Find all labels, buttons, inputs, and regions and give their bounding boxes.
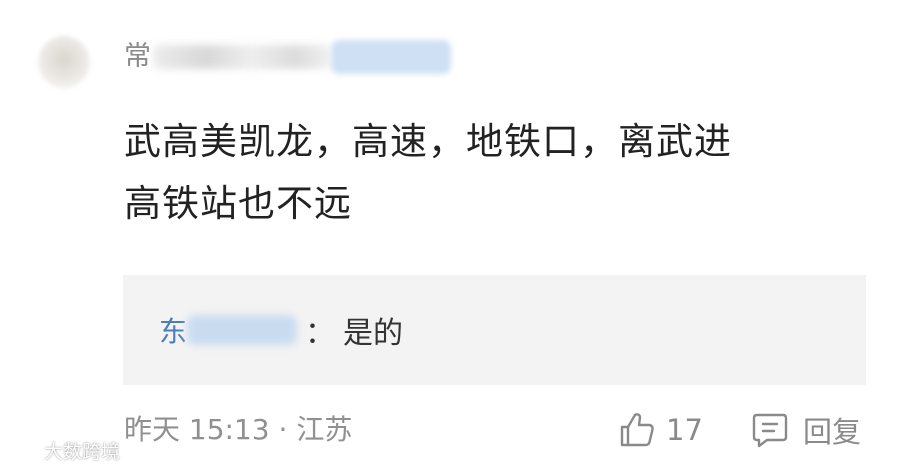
comment-page: 常 武高美凯龙，高速，地铁口，离武进 高铁站也不远 东 ： 是的 昨天 15:1… — [0, 0, 900, 467]
thumbs-up-icon — [620, 413, 654, 447]
meta-dot: · — [278, 413, 288, 446]
comment-bubble-icon — [752, 413, 788, 448]
username-text: 常 — [124, 41, 151, 72]
reply-text: 是的 — [343, 316, 404, 351]
watermark-text: 大数跨境 — [44, 440, 121, 463]
watermark: 大数跨境 — [6, 436, 120, 464]
reply-username-blur-mask — [187, 315, 298, 345]
comment-line-1: 武高美凯龙，高速，地铁口，离武进 — [124, 120, 732, 163]
comment-time: 昨天 15:13 — [124, 413, 270, 446]
reply-button[interactable]: 回复 — [751, 408, 861, 452]
reply-separator: ： — [305, 316, 336, 351]
like-button[interactable]: 17 — [618, 408, 703, 452]
comment-meta: 昨天 15:13 · 江苏 — [124, 408, 352, 452]
like-count: 17 — [666, 413, 703, 447]
reply-username[interactable]: 东 — [159, 310, 187, 350]
comment-location: 江苏 — [296, 413, 353, 446]
comment-body: 武高美凯龙，高速，地铁口，离武进 高铁站也不远 — [124, 111, 844, 235]
avatar[interactable] — [38, 36, 90, 88]
reply-line: 东 ： 是的 — [159, 308, 403, 352]
watermark-logo-icon — [7, 441, 40, 457]
reply-preview-box[interactable]: 东 ： 是的 — [123, 275, 866, 385]
username-blur-mask — [153, 45, 331, 69]
comment-username[interactable]: 常 — [124, 36, 451, 78]
reply-label: 回复 — [803, 415, 862, 449]
user-badge-blur-mask — [331, 40, 451, 74]
comment-line-2: 高铁站也不远 — [124, 182, 352, 225]
